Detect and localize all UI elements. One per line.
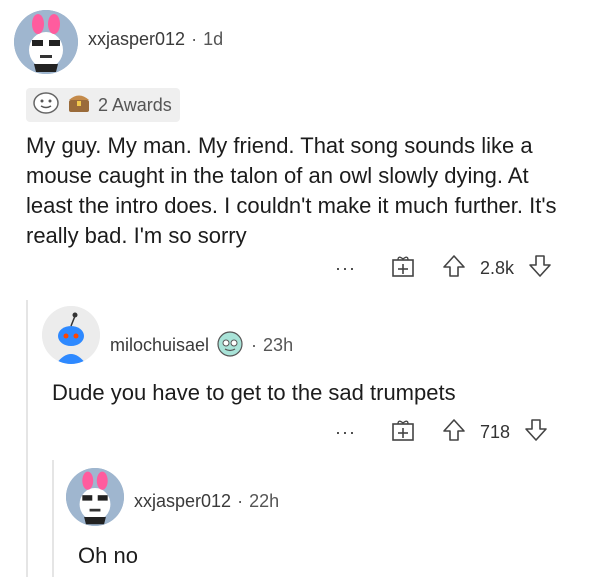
separator: · <box>251 335 258 355</box>
awards-count: 2 Awards <box>98 94 172 115</box>
awards-badge[interactable]: 2 Awards <box>26 88 180 122</box>
thread-line[interactable] <box>26 300 28 577</box>
timestamp: 1d <box>203 29 224 49</box>
avatar[interactable] <box>42 306 100 364</box>
username[interactable]: xxjasper012 <box>88 29 185 50</box>
more-options-button[interactable]: ··· <box>335 258 356 279</box>
username[interactable]: milochuisael <box>110 335 209 356</box>
thread-line-nested[interactable] <box>52 460 54 577</box>
separator: · <box>191 29 198 49</box>
downvote-icon[interactable] <box>528 254 552 283</box>
gift-award-icon[interactable] <box>390 254 416 283</box>
treasure-award-icon <box>66 91 92 120</box>
more-options-button[interactable]: ··· <box>335 422 356 443</box>
comment-body: My guy. My man. My friend. That song sou… <box>26 133 557 248</box>
avatar[interactable] <box>14 10 78 74</box>
wholesome-award-icon <box>32 91 60 120</box>
snoo-avatar-badge-icon <box>215 329 245 362</box>
avatar[interactable] <box>66 468 124 526</box>
timestamp: 22h <box>249 491 280 511</box>
username[interactable]: xxjasper012 <box>134 491 231 512</box>
timestamp: 23h <box>263 335 294 355</box>
vote-score: 718 <box>479 422 511 442</box>
gift-award-icon[interactable] <box>390 418 416 447</box>
upvote-icon[interactable] <box>442 254 466 283</box>
comment-body: Dude you have to get to the sad trumpets <box>52 380 456 405</box>
vote-score: 2.8k <box>479 258 515 278</box>
separator: · <box>237 491 244 511</box>
comment-body: Oh no <box>78 543 138 568</box>
upvote-icon[interactable] <box>442 418 466 447</box>
downvote-icon[interactable] <box>524 418 548 447</box>
